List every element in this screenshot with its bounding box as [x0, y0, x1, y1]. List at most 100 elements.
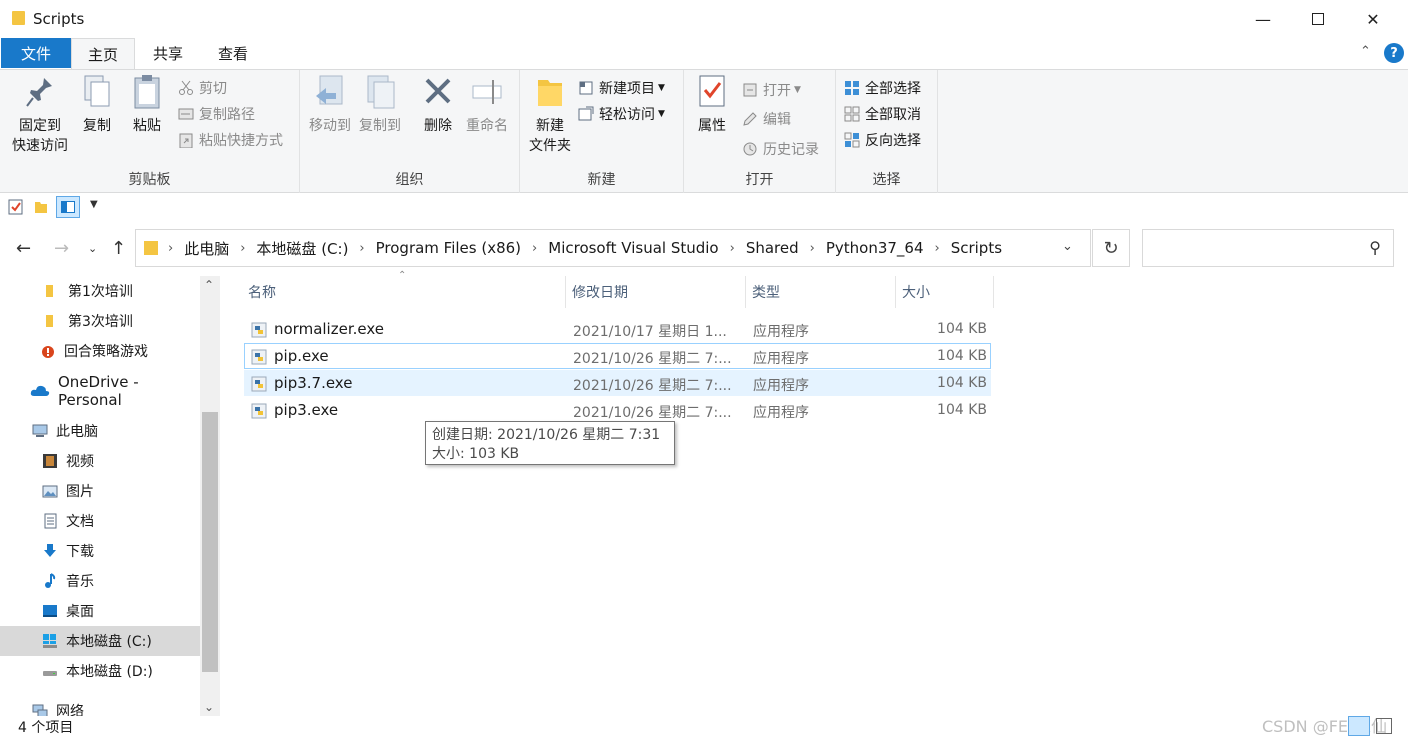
column-header-size[interactable]: 大小: [898, 276, 994, 308]
scroll-up-icon[interactable]: ⌃: [204, 278, 214, 292]
nav-item-documents[interactable]: 文档: [0, 506, 200, 536]
pin-icon: [24, 74, 56, 110]
maximize-icon: [1312, 13, 1324, 25]
easy-access-icon: [578, 106, 594, 122]
copy-to-button[interactable]: 复制到: [356, 74, 404, 136]
paste-button[interactable]: 粘贴: [127, 74, 167, 136]
tab-view[interactable]: 查看: [204, 38, 262, 69]
open-button[interactable]: 打开 ▼: [742, 78, 801, 102]
pin-quick-access-button[interactable]: 固定到 快速访问: [8, 74, 72, 156]
nav-item-drive-c[interactable]: 本地磁盘 (C:): [0, 626, 200, 656]
maximize-button[interactable]: [1295, 0, 1341, 38]
nav-item-onedrive[interactable]: OneDrive - Personal: [0, 373, 200, 409]
breadcrumb-item[interactable]: Program Files (x86): [376, 239, 521, 257]
breadcrumb-item[interactable]: Python37_64: [826, 239, 924, 257]
search-input[interactable]: ⚲: [1142, 229, 1394, 267]
copy-path-icon: [178, 106, 194, 122]
scrollbar-thumb[interactable]: [202, 412, 218, 672]
customize-qat-icon[interactable]: ▼: [90, 199, 106, 215]
breadcrumb-item[interactable]: Shared: [746, 239, 799, 257]
invert-selection-button[interactable]: 反向选择: [844, 128, 921, 152]
help-icon[interactable]: ?: [1384, 43, 1404, 63]
minimize-button[interactable]: —: [1240, 0, 1286, 38]
ribbon-tabs: 文件 主页 共享 查看 ⌃ ?: [0, 38, 1408, 69]
search-icon: ⚲: [1369, 238, 1381, 257]
properties-button[interactable]: 属性: [692, 74, 732, 136]
copy-button[interactable]: 复制: [78, 74, 116, 136]
paste-shortcut-button[interactable]: 粘贴快捷方式: [178, 128, 283, 152]
navpane-scrollbar[interactable]: ⌃ ⌄: [200, 276, 220, 716]
nav-item-desktop[interactable]: 桌面: [0, 596, 200, 626]
details-view-icon[interactable]: [1348, 716, 1370, 736]
up-button[interactable]: ↑: [111, 238, 126, 259]
cut-button[interactable]: 剪切: [178, 76, 227, 100]
scroll-down-icon[interactable]: ⌄: [204, 700, 214, 714]
file-row-pip3[interactable]: pip3.exe 2021/10/26 星期二 7:... 应用程序 104 K…: [244, 397, 991, 423]
easy-access-button[interactable]: 轻松访问 ▼: [578, 102, 665, 126]
open-label: 打开: [763, 83, 791, 99]
forward-button[interactable]: →: [54, 238, 69, 259]
navigation-bar: ← → ⌄ ↑ › 此电脑 › 本地磁盘 (C:) › Program File…: [0, 228, 1408, 268]
ribbon: 固定到 快速访问 复制 粘贴 剪切 复制路径 粘贴快捷方式 剪贴板 移动到 复制…: [0, 69, 1408, 193]
nav-item-music[interactable]: 音乐: [0, 566, 200, 596]
breadcrumb-item[interactable]: 本地磁盘 (C:): [256, 238, 348, 259]
rename-button[interactable]: 重命名: [462, 74, 512, 136]
history-button[interactable]: 历史记录: [742, 137, 819, 161]
paste-shortcut-label: 粘贴快捷方式: [199, 133, 283, 149]
address-bar[interactable]: › 此电脑 › 本地磁盘 (C:) › Program Files (x86) …: [135, 229, 1091, 267]
new-folder-button[interactable]: 新建 文件夹: [526, 74, 574, 156]
tab-file[interactable]: 文件: [1, 38, 71, 68]
recent-locations-icon[interactable]: ⌄: [88, 242, 97, 255]
breadcrumb-item[interactable]: Microsoft Visual Studio: [548, 239, 718, 257]
select-all-button[interactable]: 全部选择: [844, 76, 921, 100]
properties-qat-icon[interactable]: [8, 199, 24, 215]
breadcrumb-item[interactable]: Scripts: [951, 239, 1002, 257]
copy-path-button[interactable]: 复制路径: [178, 102, 255, 126]
move-to-label: 移动到: [309, 118, 351, 134]
nav-item-network[interactable]: 网络: [0, 696, 200, 716]
status-item-count: 4 个项目: [18, 720, 74, 736]
address-dropdown-icon[interactable]: ⌄: [1062, 239, 1073, 254]
organize-group-label: 组织: [395, 172, 424, 188]
copy-to-label: 复制到: [359, 118, 401, 134]
file-row-pip[interactable]: pip.exe 2021/10/26 星期二 7:... 应用程序 104 KB: [244, 343, 991, 369]
close-button[interactable]: ✕: [1350, 0, 1396, 38]
column-header-date[interactable]: 修改日期: [568, 276, 746, 308]
refresh-button[interactable]: ↻: [1092, 229, 1130, 267]
nav-item-training-3[interactable]: 第3次培训: [0, 306, 200, 336]
python-exe-icon: [251, 349, 267, 365]
copy-label: 复制: [83, 118, 111, 134]
document-icon: [42, 513, 58, 529]
nav-item-strategy-game[interactable]: 回合策略游戏: [0, 336, 200, 366]
clipboard-group: 固定到 快速访问 复制 粘贴 剪切 复制路径 粘贴快捷方式 剪贴板: [0, 70, 300, 193]
delete-button[interactable]: 删除: [418, 74, 458, 136]
move-to-button[interactable]: 移动到: [306, 74, 354, 136]
python-exe-icon: [251, 376, 267, 392]
navigation-pane: 第1次培训 第3次培训 回合策略游戏 OneDrive - Personal 此…: [0, 276, 220, 716]
nav-item-pictures[interactable]: 图片: [0, 476, 200, 506]
new-folder-icon: [534, 74, 566, 110]
view-pane-qat-icon[interactable]: [56, 196, 80, 218]
column-header-name[interactable]: ⌃ 名称: [244, 270, 566, 308]
nav-item-training-1[interactable]: 第1次培训: [0, 276, 200, 306]
column-header-type[interactable]: 类型: [748, 276, 896, 308]
large-icons-view-icon[interactable]: [1376, 718, 1392, 734]
edit-button[interactable]: 编辑: [742, 107, 791, 131]
file-row-pip3-7[interactable]: pip3.7.exe 2021/10/26 星期二 7:... 应用程序 104…: [244, 370, 991, 396]
back-button[interactable]: ←: [16, 238, 31, 259]
new-item-button[interactable]: 新建项目 ▼: [578, 76, 665, 100]
new-folder-qat-icon[interactable]: [33, 199, 49, 215]
breadcrumb-item[interactable]: 此电脑: [184, 238, 229, 259]
quick-access-toolbar: ▼: [0, 194, 1408, 222]
nav-item-drive-d[interactable]: 本地磁盘 (D:): [0, 656, 200, 686]
tab-home[interactable]: 主页: [71, 38, 135, 69]
nav-item-this-pc[interactable]: 此电脑: [0, 416, 200, 446]
select-none-button[interactable]: 全部取消: [844, 102, 921, 126]
nav-item-downloads[interactable]: 下载: [0, 536, 200, 566]
download-icon: [42, 543, 58, 559]
collapse-ribbon-icon[interactable]: ⌃: [1360, 44, 1371, 59]
paste-shortcut-icon: [178, 132, 194, 149]
tab-share[interactable]: 共享: [140, 38, 196, 69]
nav-item-videos[interactable]: 视频: [0, 446, 200, 476]
file-row-normalizer[interactable]: normalizer.exe 2021/10/17 星期日 1... 应用程序 …: [244, 316, 991, 342]
